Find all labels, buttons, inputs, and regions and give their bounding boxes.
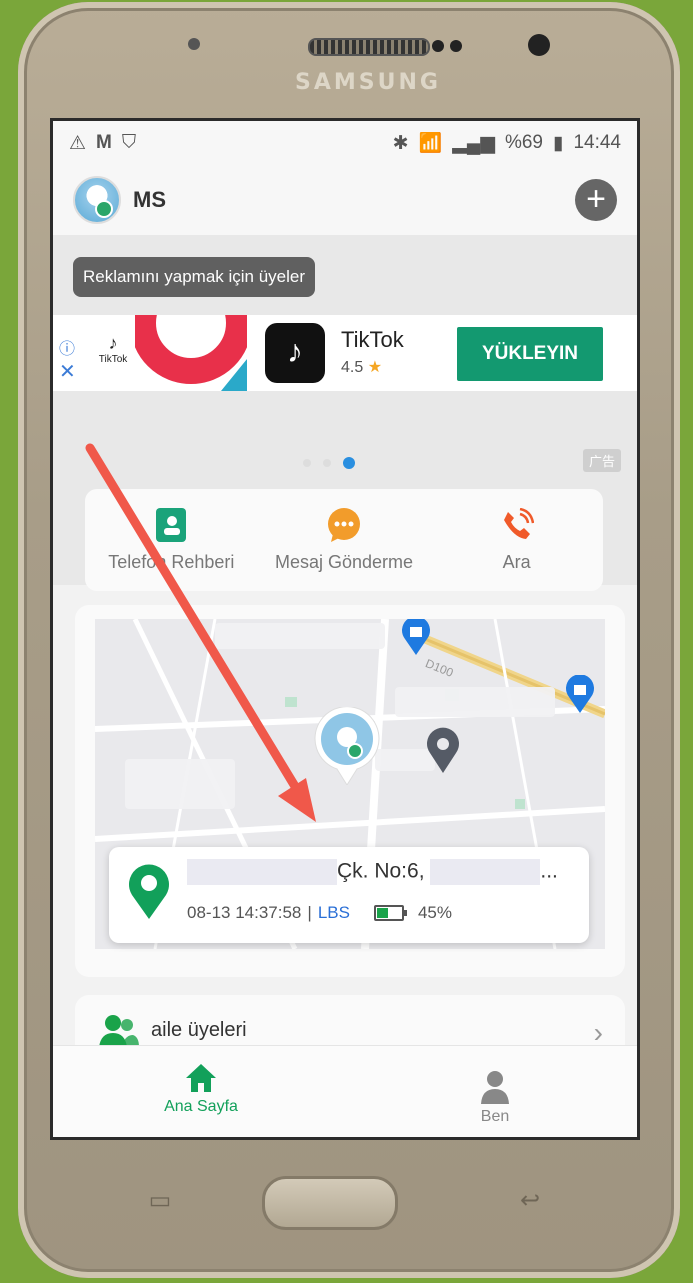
battery-percent: 45% [417, 903, 452, 922]
star-icon: ★ [367, 359, 383, 376]
ad-rating: 4.5 ★ [341, 357, 382, 377]
ad-rating-value: 4.5 [341, 359, 364, 376]
music-note-icon: ♪ [108, 333, 118, 353]
meta-separator: | [307, 903, 312, 922]
location-pin-icon [129, 864, 169, 919]
shield-icon: ⛉ [121, 132, 137, 153]
tiktok-app-icon: ♪ [265, 323, 325, 383]
bluetooth-icon: ✱ [392, 132, 409, 154]
phone-icon [503, 507, 534, 539]
avatar[interactable] [73, 176, 121, 224]
call-button[interactable]: Ara [432, 507, 602, 573]
blurred-address [187, 859, 337, 885]
add-button[interactable]: + [575, 179, 617, 221]
tiktok-small-label: TikTok [98, 354, 128, 365]
blurred-label [215, 623, 385, 649]
message-label: Mesaj Gönderme [274, 551, 414, 572]
gmail-icon: M [96, 132, 112, 153]
bottom-nav: Ana Sayfa Ben [53, 1045, 637, 1137]
message-button[interactable]: Mesaj Gönderme [259, 507, 429, 573]
signal-icon: ▂▄▆ [452, 132, 495, 154]
sensor-dot [432, 40, 444, 52]
ad-graphic [135, 315, 247, 391]
warning-icon: ⚠ [69, 132, 87, 154]
contacts-label: Telefon Rehberi [108, 551, 235, 572]
app-screen: ⚠ M ⛉ ✱ 📶 ▂▄▆ %69 ▮ 14:44 MS + Reklamını… [50, 118, 640, 1140]
tab-me[interactable]: Ben [425, 1070, 565, 1126]
blurred-address [430, 859, 541, 885]
recent-apps-key-icon[interactable]: ▭ [140, 1186, 180, 1214]
location-timestamp: 08-13 14:37:58 [187, 903, 302, 922]
location-card[interactable]: Çk. No:6, ... 08-13 14:37:58 | LBS 45% [109, 847, 589, 943]
location-address: Çk. No:6, ... [187, 859, 558, 885]
install-button[interactable]: YÜKLEYIN [457, 327, 603, 381]
ad-tooltip: Reklamını yapmak için üyeler [73, 257, 316, 297]
location-pin-icon[interactable] [425, 727, 461, 773]
battery-icon [373, 905, 407, 921]
ad-app-name: TikTok [341, 327, 404, 352]
front-camera [528, 34, 550, 56]
address-ellipsis: ... [540, 859, 558, 883]
tab-home-label: Ana Sayfa [164, 1098, 238, 1115]
location-source: LBS [317, 903, 350, 922]
device-brand: SAMSUNG [295, 70, 441, 95]
ad-ring-graphic [135, 315, 247, 391]
plus-icon: + [586, 180, 606, 218]
contacts-icon [156, 507, 187, 542]
contacts-button[interactable]: Telefon Rehberi [86, 507, 256, 573]
home-icon [186, 1064, 216, 1092]
member-avatar-marker[interactable] [313, 706, 381, 786]
quick-actions: Telefon Rehberi Mesaj Gönderme Ara [85, 489, 603, 591]
battery-fill [376, 908, 388, 918]
carousel-dot[interactable] [323, 459, 331, 467]
music-note-icon: ♪ [287, 333, 303, 369]
tab-me-label: Ben [480, 1108, 510, 1125]
proximity-sensor [188, 38, 200, 50]
message-icon [327, 507, 360, 542]
location-meta: 08-13 14:37:58 | LBS 45% [187, 903, 452, 923]
battery-icon: ▮ [552, 132, 564, 154]
carousel-dot[interactable] [303, 459, 311, 467]
call-label: Ara [502, 551, 531, 572]
blurred-label [395, 687, 555, 717]
address-text: Çk. No:6, [337, 859, 425, 883]
battery-text: %69 [504, 132, 543, 153]
carousel-dots [303, 457, 355, 469]
ad-banner[interactable]: ⓘ ✕ ♪ TikTok ♪ TikTok 4.5 ★ YÜKLEYIN [53, 315, 637, 391]
hardware-home-button[interactable] [262, 1176, 398, 1230]
tab-home[interactable]: Ana Sayfa [131, 1062, 271, 1116]
family-label: aile üyeleri [151, 1019, 247, 1041]
shopping-pin-icon[interactable] [565, 674, 595, 713]
ad-tag: 广告 [582, 449, 621, 472]
blurred-label [125, 759, 235, 809]
carousel-dot-active[interactable] [343, 457, 355, 469]
group-icon [99, 1015, 139, 1047]
person-icon [481, 1071, 509, 1104]
clock: 14:44 [573, 132, 621, 153]
wifi-icon: 📶 [418, 133, 443, 154]
sensor-dot-2 [450, 40, 462, 52]
info-icon[interactable]: ⓘ [59, 335, 75, 359]
status-bar: ⚠ M ⛉ ✱ 📶 ▂▄▆ %69 ▮ 14:44 [53, 121, 637, 165]
page-title: MS [133, 187, 166, 212]
back-key-icon[interactable]: ↩ [510, 1186, 550, 1214]
earpiece-speaker [308, 38, 430, 56]
app-header: MS + [53, 165, 637, 235]
close-icon[interactable]: ✕ [59, 359, 76, 384]
shopping-pin-icon[interactable] [401, 619, 431, 655]
tiktok-small-logo: ♪ TikTok [93, 333, 133, 365]
